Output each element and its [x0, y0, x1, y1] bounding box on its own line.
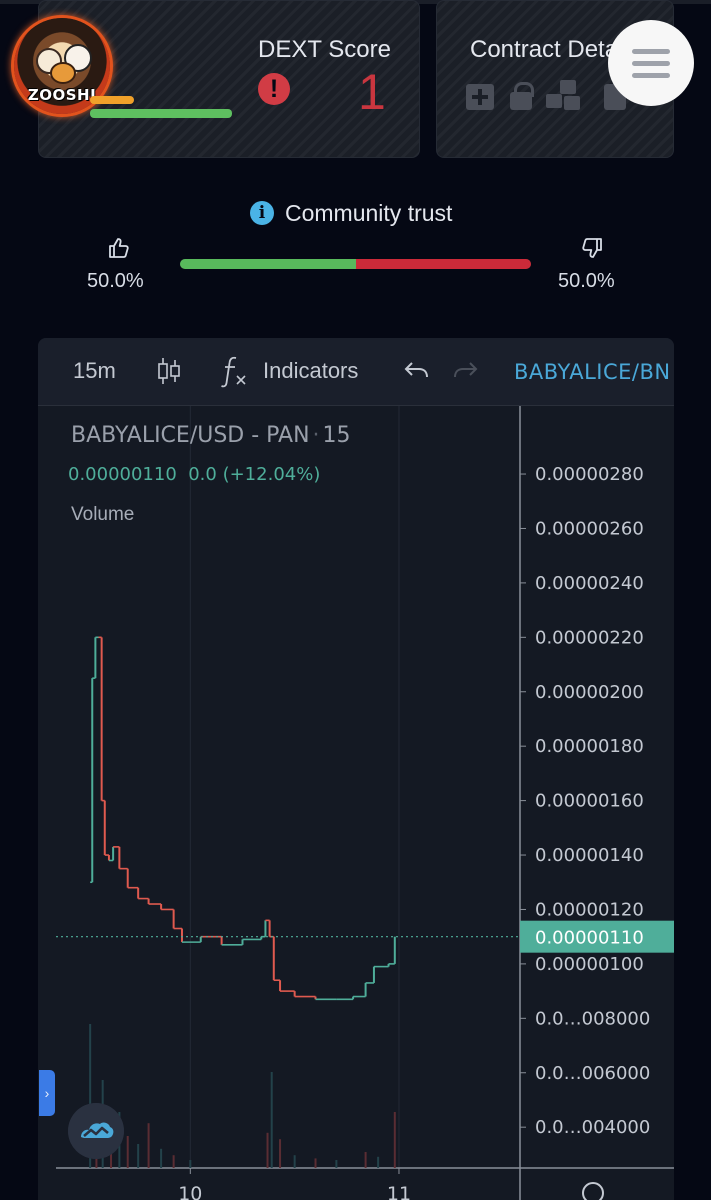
- chart-panel[interactable]: 15m Indicators BABYALICE/BN 0.00000280 0.…: [38, 338, 674, 1200]
- dext-score-value: 1: [358, 64, 386, 120]
- hamburger-menu-icon-line: [632, 73, 670, 78]
- volume-bar: [335, 1160, 338, 1168]
- lock-icon: [510, 82, 534, 110]
- y-tick-label: 0.00000180: [535, 736, 644, 757]
- volume-bar: [279, 1139, 282, 1168]
- community-trust-title: Community trust: [285, 200, 453, 226]
- legend-separator-dot: ·: [312, 423, 320, 448]
- chart-legend-title: BABYALICE/USD - PAN · 15: [71, 423, 351, 448]
- y-tick-label: 0.00000100: [535, 954, 644, 975]
- info-circle-icon[interactable]: i: [250, 201, 274, 225]
- trust-down-percent: 50.0%: [558, 270, 615, 292]
- y-tick-label: 0.00000200: [535, 682, 644, 703]
- hamburger-menu-icon-line: [632, 61, 670, 66]
- thumbs-down-icon[interactable]: [580, 236, 604, 260]
- y-tick-label: 0.00000280: [535, 464, 644, 485]
- legend-interval: 15: [322, 423, 351, 448]
- volume-bar: [172, 1155, 175, 1168]
- volume-bar: [126, 1136, 129, 1168]
- menu-button[interactable]: [608, 20, 694, 106]
- volume-bar: [364, 1152, 367, 1168]
- score-bar-orange: [90, 96, 134, 104]
- volume-bar: [377, 1156, 380, 1168]
- y-tick-label: 0.00000220: [535, 627, 644, 648]
- exclamation-circle-icon: !: [258, 73, 290, 105]
- y-tick-label: 0.00000260: [535, 518, 644, 539]
- x-tick-label: 11: [387, 1183, 411, 1200]
- score-bar-green: [90, 109, 232, 118]
- trust-bar-down: [355, 259, 531, 269]
- dext-score-title: DEXT Score: [258, 36, 391, 63]
- contract-details-title: Contract Deta: [470, 36, 619, 63]
- y-tick-label: 0.00000240: [535, 573, 644, 594]
- logo-dog-face: [50, 62, 76, 84]
- volume-bar: [160, 1148, 163, 1168]
- y-tick-label: 0.00000140: [535, 845, 644, 866]
- y-tick-label: 0.00000120: [535, 899, 644, 920]
- volume-bar: [137, 1144, 140, 1168]
- chart-legend-values: 0.00000110 0.0 (+12.04%): [68, 464, 321, 485]
- cubes-icon: [546, 80, 590, 110]
- x-tick-label: 10: [178, 1183, 202, 1200]
- trust-up-percent: 50.0%: [87, 270, 144, 292]
- trust-bar: [180, 259, 531, 269]
- volume-bar: [293, 1155, 296, 1168]
- y-tick-label: 0.0…006000: [535, 1063, 650, 1084]
- volume-bar: [270, 1072, 273, 1168]
- y-tick-label: 0.00000160: [535, 791, 644, 812]
- legend-pair: BABYALICE/USD - PAN: [71, 423, 310, 448]
- y-tick-label: 0.0…008000: [535, 1008, 650, 1029]
- settings-gear-icon[interactable]: [582, 1182, 604, 1200]
- y-tick-label: 0.0…004000: [535, 1117, 650, 1138]
- volume-bar: [266, 1132, 269, 1168]
- trust-bar-up: [180, 259, 356, 269]
- volume-bar: [314, 1158, 317, 1168]
- plus-square-icon: [466, 84, 494, 110]
- hamburger-menu-icon: [632, 49, 670, 54]
- current-price-label: 0.00000110: [535, 928, 644, 949]
- chart-legend-volume: Volume: [71, 504, 135, 525]
- volume-bar: [147, 1123, 150, 1168]
- thumbs-up-icon[interactable]: [107, 236, 131, 260]
- tradingview-logo-icon[interactable]: [68, 1103, 124, 1159]
- volume-bar: [189, 1160, 192, 1168]
- expand-sidebar-button[interactable]: ›: [39, 1070, 55, 1116]
- volume-bar: [393, 1112, 396, 1168]
